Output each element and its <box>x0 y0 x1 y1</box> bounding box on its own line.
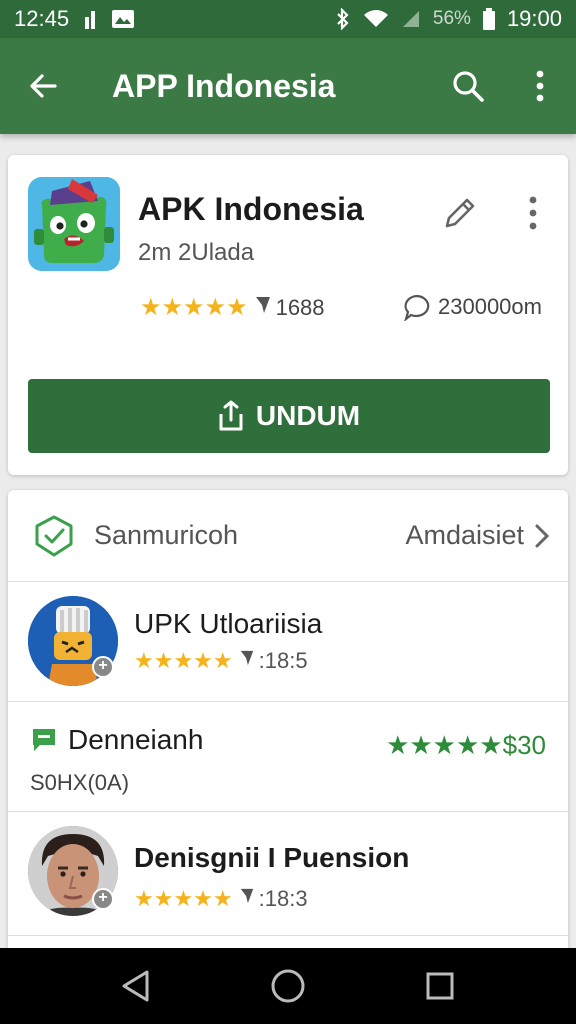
search-button[interactable] <box>432 38 504 134</box>
list-item[interactable]: + UPK Utloariisia ★★★★★ :18:5 <box>8 582 568 702</box>
system-nav-bar <box>0 948 576 1024</box>
list-item-title: Denisgnii I Puension <box>134 842 410 873</box>
related-apps-card: Sanmuricoh Amdaisiet + UPK Utloariisia ★… <box>8 490 568 948</box>
section-link[interactable]: Amdaisiet <box>405 520 550 551</box>
install-button[interactable]: UNDUM <box>28 379 550 453</box>
signal-bar-icon <box>83 9 97 29</box>
comments-stat: 230000om <box>402 293 542 321</box>
back-button[interactable] <box>0 38 86 134</box>
rating-count: 1688 <box>275 294 325 320</box>
app-icon <box>28 177 120 271</box>
chevron-right-icon <box>535 524 550 547</box>
status-time-left: 12:45 <box>14 6 70 31</box>
list-item-rating-value: :18:5 <box>258 648 308 673</box>
list-item-rating-value: :18:3 <box>258 886 308 911</box>
more-vert-icon <box>536 70 544 102</box>
add-badge-icon[interactable]: + <box>92 888 114 910</box>
more-vert-icon <box>529 196 537 230</box>
rating-symbol-icon <box>239 887 255 911</box>
list-item-subtitle: S0HX(0A) <box>30 770 130 795</box>
section-title: Sanmuricoh <box>94 520 239 550</box>
list-item-title: Denneianh <box>68 724 204 755</box>
star-rating: ★★★★★ <box>134 648 233 673</box>
install-button-label: UNDUM <box>255 400 361 431</box>
triangle-back-icon <box>122 970 149 1002</box>
circle-home-icon <box>271 969 305 1003</box>
battery-icon <box>482 8 495 30</box>
star-rating: ★★★★★ <box>134 886 233 911</box>
download-icon <box>219 400 243 431</box>
list-item-price: ★★★★★ $30 <box>386 730 546 761</box>
edit-button[interactable] <box>438 191 482 235</box>
status-bar: 12:45 56% 19:00 <box>0 0 576 38</box>
nav-home-button[interactable] <box>258 956 318 1016</box>
nav-back-button[interactable] <box>106 956 166 1016</box>
search-icon <box>453 71 484 102</box>
battery-percent: 56% <box>432 8 471 29</box>
app-detail-card: APK Indonesia 2m 2Ulada ★★★★★ 1688 23000… <box>8 155 568 475</box>
comment-bubble-icon <box>404 294 430 321</box>
star-rating: ★★★★★ <box>140 294 248 321</box>
rating-symbol-icon <box>239 649 255 673</box>
list-item-rating: ★★★★★ :18:3 <box>134 886 308 912</box>
bluetooth-icon <box>335 8 351 30</box>
square-recents-icon <box>426 972 454 1000</box>
list-item-title: UPK Utloariisia <box>134 608 323 639</box>
nav-recents-button[interactable] <box>410 956 470 1016</box>
add-badge-icon[interactable]: + <box>92 656 114 678</box>
card-overflow-button[interactable] <box>513 191 553 235</box>
app-bar: APP Indonesia <box>0 38 576 134</box>
cell-signal-icon <box>401 9 421 29</box>
chat-icon <box>33 729 55 751</box>
list-item[interactable]: + Denisgnii I Puension ★★★★★ :18:3 <box>8 812 568 936</box>
app-name: APK Indonesia <box>138 191 364 227</box>
back-arrow-icon <box>30 74 57 98</box>
section-link-label: Amdaisiet <box>405 520 524 550</box>
star-rating: ★★★★★ <box>386 730 503 760</box>
status-time-right: 19:00 <box>506 6 562 31</box>
section-header[interactable]: Sanmuricoh Amdaisiet <box>8 490 568 582</box>
shield-check-icon <box>35 515 73 556</box>
image-notification-icon <box>111 9 135 29</box>
price-label: $30 <box>502 730 546 760</box>
comments-count: 230000om <box>438 294 542 319</box>
app-rating: ★★★★★ 1688 <box>140 293 325 322</box>
overflow-menu-button[interactable] <box>504 38 576 134</box>
list-item[interactable]: Denneianh S0HX(0A) ★★★★★ $30 <box>8 702 568 812</box>
app-subtitle: 2m 2Ulada <box>138 239 255 266</box>
wifi-icon <box>363 9 389 29</box>
list-item-rating: ★★★★★ :18:5 <box>134 648 308 674</box>
app-bar-title: APP Indonesia <box>112 67 336 104</box>
rating-symbol-icon <box>254 295 272 321</box>
pencil-icon <box>445 198 475 228</box>
